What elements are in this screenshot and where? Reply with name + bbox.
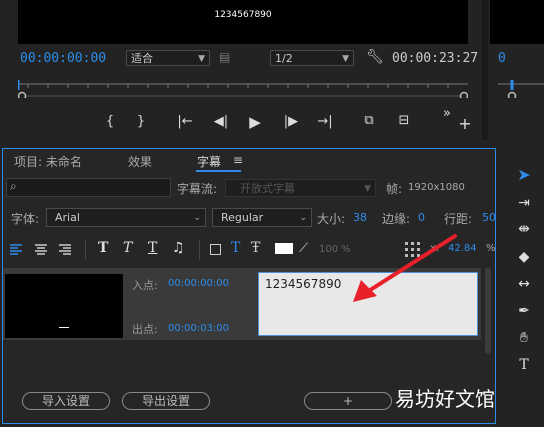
font-label: 字体: [11,212,40,226]
align-center-icon[interactable] [34,243,48,257]
line-spacing-value[interactable]: 50 [482,211,496,224]
pen-tool-icon[interactable]: ✒ [508,300,540,322]
toolbar-divider [199,240,200,260]
chevron-down-icon: ⌄ [299,213,307,223]
wrench-icon[interactable]: 🔧︎ [366,49,384,65]
arrow-annotation [353,234,457,302]
thumbnail-text-mark [59,327,69,328]
fit-label: 适合 [131,52,153,65]
tab-project[interactable]: 项目: 未命名 [14,153,82,170]
settings-sheet-icon[interactable]: ▤ [219,50,233,66]
font-dropdown[interactable]: Arial ⌄ [46,208,206,227]
color-swatch[interactable] [275,243,293,254]
toolbar-divider [85,240,86,260]
active-tab-indicator [196,170,241,172]
add-button[interactable]: + [456,114,474,133]
chevron-down-icon: ⌄ [193,213,201,223]
underline-icon[interactable]: T [148,240,157,256]
chevron-down-icon: ▼ [364,184,371,194]
outline-text-icon[interactable]: Ŧ [251,240,260,256]
mark-in-button[interactable]: { [101,114,119,129]
font-style-value: Regular [221,211,264,224]
out-point-label: 出点: [132,323,158,336]
tools-panel: ➤ ⇥ ⇼ ◆ ↔ ✒ ✋︎ T [508,160,544,380]
text-color-icon[interactable]: T [231,240,240,256]
panel-scrollbar[interactable] [485,268,491,354]
search-icon: ⌕ [10,179,17,193]
line-spacing-label: 行距: [444,212,473,226]
razor-tool-icon[interactable]: ◆ [508,246,540,268]
play-button[interactable]: ▶ [246,113,264,131]
align-right-icon[interactable] [58,243,72,257]
panel-menu-icon[interactable]: ≡ [233,153,243,167]
slip-tool-icon[interactable]: ↔ [508,273,540,295]
overwrite-button[interactable]: ⊟ [395,113,413,128]
caption-stream-label: 字幕流: [177,182,218,196]
tab-captions[interactable]: 字幕 [197,153,221,170]
chevron-down-icon: ▼ [342,54,349,64]
tab-effects[interactable]: 效果 [128,153,152,170]
type-tool-icon[interactable]: T [508,354,540,376]
size-label: 大小: [317,212,346,226]
caption-thumbnail [5,274,123,338]
align-left-icon[interactable] [9,243,23,257]
insert-button[interactable]: ⧉ [360,113,378,128]
step-forward-button[interactable]: |▶ [282,114,300,129]
edge-value[interactable]: 0 [418,211,425,224]
caption-stream-value: 开放式字幕 [240,182,295,195]
eyedropper-icon[interactable]: ⟋ [299,241,308,256]
go-to-out-button[interactable]: →| [316,114,334,129]
font-value: Arial [55,211,80,224]
bold-icon[interactable]: T [98,240,108,256]
duration-timecode: 00:00:23:27 [392,51,479,66]
export-settings-button[interactable]: 导出设置 [122,392,210,410]
more-buttons[interactable]: » [438,106,456,121]
add-caption-button[interactable]: + [304,392,392,410]
resolution-dropdown[interactable]: 1/2 ▼ [270,50,354,66]
right-monitor-timecode: 0 [498,51,506,66]
panel-divider[interactable] [482,0,488,140]
watermark-text: 易坊好文馆 [395,387,495,411]
program-monitor: 1234567890 [18,0,468,44]
ripple-edit-tool-icon[interactable]: ⇼ [508,218,540,240]
edge-label: 边缘: [382,212,411,226]
in-point-value[interactable]: 00:00:00:00 [168,278,229,289]
mark-out-button[interactable]: } [132,114,150,129]
out-point-value[interactable]: 00:00:03:00 [168,323,229,334]
frame-label: 帧: [386,182,403,196]
size-value[interactable]: 38 [353,211,367,224]
track-select-tool-icon[interactable]: ⇥ [508,192,540,214]
background-color-icon[interactable] [210,244,221,255]
font-style-dropdown[interactable]: Regular ⌄ [212,208,312,227]
resolution-label: 1/2 [275,52,293,65]
opacity-value[interactable]: 100 [319,244,338,255]
caption-preview: 1234567890 [214,10,272,20]
fit-dropdown[interactable]: 适合 ▼ [126,50,210,66]
caption-stream-dropdown[interactable]: 开放式字幕 ▼ [225,179,376,197]
music-note-icon[interactable]: ♫ [172,240,185,256]
hand-tool-icon[interactable]: ✋︎ [508,327,540,349]
frame-value: 1920x1080 [408,182,465,193]
go-to-in-button[interactable]: |← [176,114,194,129]
chevron-down-icon: ▼ [198,54,205,64]
italic-icon[interactable]: T [123,240,132,256]
current-timecode[interactable]: 00:00:00:00 [20,51,106,66]
right-ruler[interactable] [498,78,544,101]
secondary-monitor [490,0,544,44]
selection-tool-icon[interactable]: ➤ [508,164,540,186]
in-point-label: 入点: [132,279,158,292]
x-unit: % [486,243,496,254]
step-back-button[interactable]: ◀| [212,114,230,129]
time-ruler[interactable] [16,78,469,101]
caption-search-input[interactable]: ⌕ [6,178,171,197]
import-settings-button[interactable]: 导入设置 [22,392,110,410]
